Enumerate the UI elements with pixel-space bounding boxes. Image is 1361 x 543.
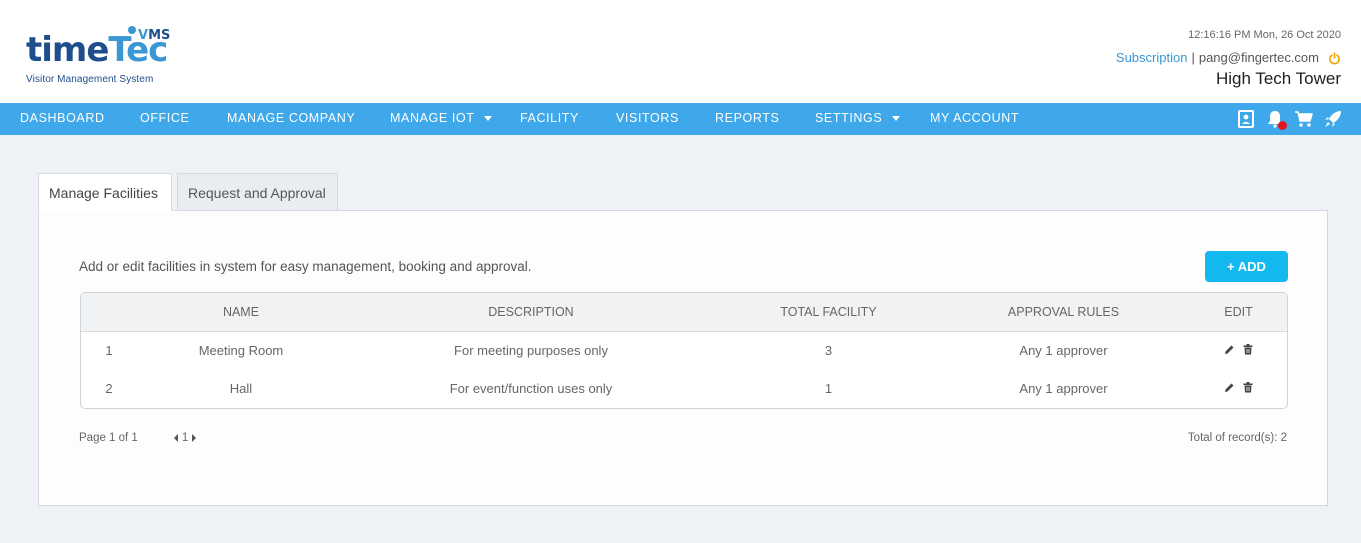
total-records: Total of record(s): 2 [1187, 432, 1287, 444]
pencil-icon[interactable] [1224, 332, 1235, 370]
chevron-down-icon [484, 116, 493, 122]
rocket-icon[interactable] [1323, 109, 1343, 129]
header-datetime: 12:16:16 PM Mon, 26 Oct 2020 [1188, 29, 1341, 41]
intro-text: Add or edit facilities in system for eas… [79, 259, 532, 274]
row-index: 2 [105, 381, 113, 396]
header: timeTec VMS Visitor Management System 12… [0, 0, 1361, 103]
facility-total: 3 [824, 343, 833, 358]
row-actions [1191, 332, 1286, 370]
nav-office[interactable]: OFFICE [140, 103, 189, 135]
subscription-link[interactable]: Subscription [1116, 50, 1188, 66]
pagination: Page 1 of 1 1 [79, 432, 197, 444]
table-row: 2 Hall For event/function uses only 1 An… [81, 370, 1287, 408]
user-email: pang@fingertec.com [1198, 50, 1319, 65]
column-header-name[interactable]: NAME [151, 293, 331, 332]
trash-icon[interactable] [1243, 370, 1253, 408]
next-page-icon[interactable] [192, 434, 197, 442]
navbar-icons [1236, 109, 1343, 130]
chevron-down-icon [892, 116, 901, 122]
facility-name: Hall [229, 381, 253, 396]
facility-description: For meeting purposes only [454, 343, 608, 358]
pencil-icon[interactable] [1224, 370, 1235, 408]
building-name: High Tech Tower [1215, 69, 1341, 88]
notification-badge [1278, 121, 1287, 130]
prev-page-icon[interactable] [173, 434, 178, 442]
main-navbar: DASHBOARD OFFICE MANAGE COMPANY MANAGE I… [0, 103, 1361, 135]
timetec-logo[interactable]: timeTec VMS Visitor Management System [26, 24, 186, 88]
page-nav: 1 [173, 432, 197, 444]
facilities-table: NAME DESCRIPTION TOTAL FACILITY APPROVAL… [80, 292, 1288, 409]
facility-name: Meeting Room [198, 343, 284, 358]
nav-manage-iot[interactable]: MANAGE IOT [390, 103, 493, 135]
facility-approval-rule: Any 1 approver [1019, 343, 1108, 358]
row-index: 1 [105, 343, 113, 358]
power-icon[interactable] [1328, 51, 1341, 65]
row-actions [1191, 370, 1286, 408]
column-header-total-facility[interactable]: TOTAL FACILITY [751, 293, 906, 332]
facilities-panel: Add or edit facilities in system for eas… [38, 210, 1328, 506]
facility-total: 1 [824, 381, 833, 396]
facility-description: For event/function uses only [449, 381, 613, 396]
page-label: Page 1 of 1 [79, 432, 138, 444]
logo-person-icon [128, 26, 136, 34]
logo-vms: VMS [138, 28, 171, 43]
header-separator: | [1191, 50, 1195, 65]
cart-icon[interactable] [1294, 109, 1314, 129]
add-button[interactable]: + ADD [1205, 251, 1288, 282]
nav-facility[interactable]: FACILITY [520, 103, 579, 135]
nav-manage-company[interactable]: MANAGE COMPANY [227, 103, 355, 135]
header-account-info: 12:16:16 PM Mon, 26 Oct 2020 Subscriptio… [1116, 27, 1341, 89]
column-header-approval-rules[interactable]: APPROVAL RULES [986, 293, 1141, 332]
nav-reports[interactable]: REPORTS [715, 103, 779, 135]
nav-settings[interactable]: SETTINGS [815, 103, 901, 135]
nav-dashboard[interactable]: DASHBOARD [20, 103, 105, 135]
trash-icon[interactable] [1243, 332, 1253, 370]
table-header: NAME DESCRIPTION TOTAL FACILITY APPROVAL… [81, 293, 1287, 332]
notification-bell-icon[interactable] [1265, 109, 1287, 130]
column-header-index [81, 293, 137, 332]
nav-my-account[interactable]: MY ACCOUNT [930, 103, 1019, 135]
tab-manage-facilities[interactable]: Manage Facilities [38, 173, 172, 211]
column-header-edit: EDIT [1224, 305, 1253, 319]
tab-request-and-approval[interactable]: Request and Approval [177, 173, 338, 211]
column-header-description[interactable]: DESCRIPTION [381, 293, 681, 332]
facility-approval-rule: Any 1 approver [1019, 381, 1108, 396]
header-user-line: Subscription | pang@fingertec.com [1116, 50, 1341, 66]
contact-card-icon[interactable] [1236, 109, 1256, 129]
table-row: 1 Meeting Room For meeting purposes only… [81, 332, 1287, 370]
logo-tagline: Visitor Management System [26, 74, 154, 85]
nav-visitors[interactable]: VISITORS [616, 103, 679, 135]
current-page[interactable]: 1 [182, 432, 188, 444]
